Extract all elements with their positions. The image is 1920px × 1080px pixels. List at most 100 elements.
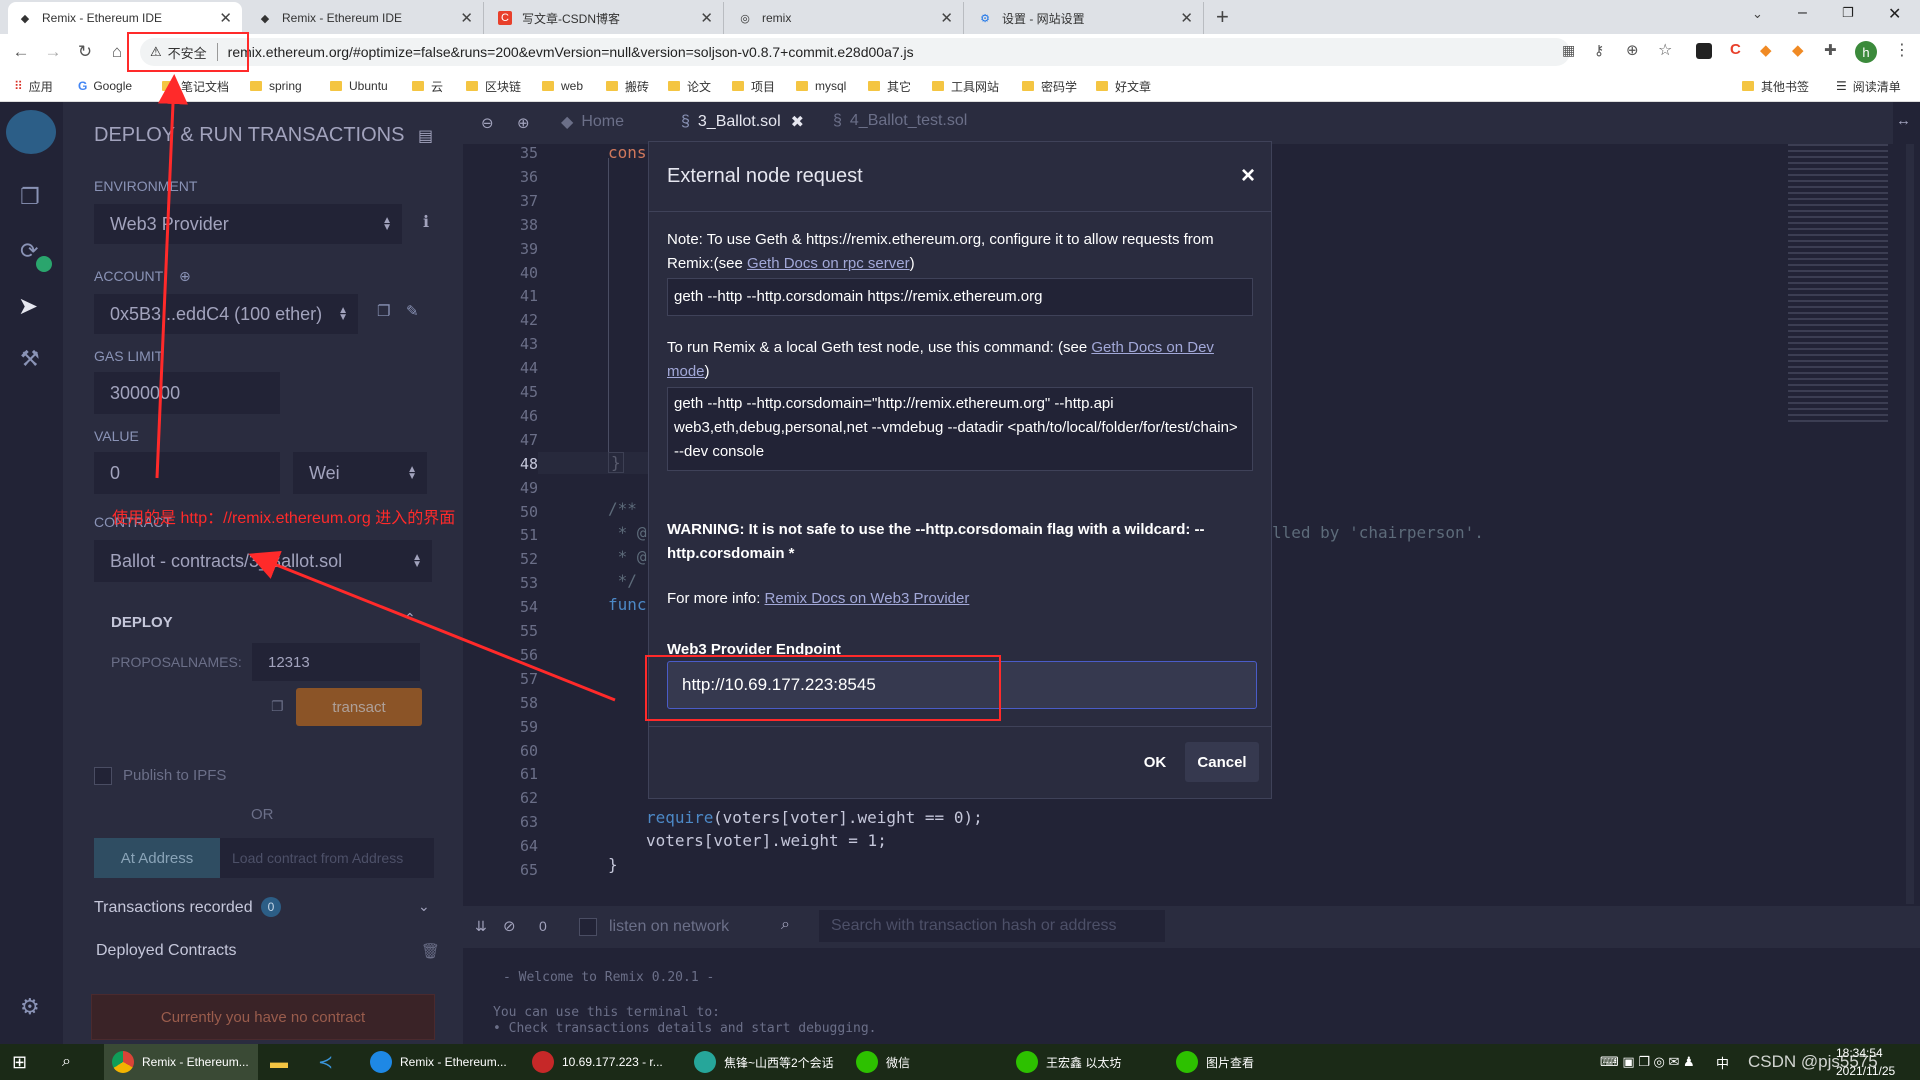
taskbar-item-terminal[interactable]: 10.69.177.223 - r... [528,1044,678,1080]
taskbar-item-wechat[interactable]: 微信 [852,1044,1002,1080]
tab-home[interactable]: ◆ Home [561,112,624,132]
browser-tab-settings[interactable]: ⚙ 设置 - 网站设置 ✕ [968,2,1204,34]
bookmark-folder[interactable]: 项目 [732,77,775,95]
value-unit-select[interactable]: Wei ▲ ▼ [293,452,427,494]
gas-limit-input[interactable]: 3000000 [94,372,280,414]
windows-start-icon[interactable]: ⊞ [12,1044,27,1080]
editor-scrollbar[interactable] [1906,144,1914,904]
browser-tab-remix-1[interactable]: ◆ Remix - Ethereum IDE ✕ [8,2,242,34]
environment-select[interactable]: Web3 Provider ▲ ▼ [94,204,402,244]
file-explorer-taskbar-icon[interactable]: ▬ [270,1044,288,1080]
address-bar[interactable]: ⚠ 不安全 remix.ethereum.org/#optimize=false… [140,38,1570,66]
trash-icon[interactable]: 🗑 [421,942,440,960]
profile-avatar[interactable]: h [1855,41,1877,63]
bookmark-folder[interactable]: 论文 [668,77,711,95]
bookmark-folder[interactable]: Ubuntu [330,77,388,95]
taskbar-item-chrome[interactable]: Remix - Ethereum... [104,1044,258,1080]
csdn-extension-icon[interactable]: C [1730,41,1741,58]
bookmark-folder[interactable]: 工具网站 [932,77,999,95]
modal-close-icon[interactable]: × [1241,162,1255,190]
web3-provider-docs-link[interactable]: Remix Docs on Web3 Provider [765,590,970,607]
ok-button[interactable]: OK [1127,742,1183,782]
proposal-names-input[interactable]: 12313 [252,643,420,681]
copy-calldata-icon[interactable]: ❐ [271,698,284,715]
tab-close-icon[interactable]: ✕ [1180,9,1193,27]
ime-indicator[interactable]: 中 [1716,1044,1729,1080]
new-tab-button[interactable]: + [1216,4,1229,30]
bookmark-folder[interactable]: 笔记文档 [162,77,229,95]
bookmark-folder[interactable]: 区块链 [466,77,521,95]
clear-console-icon[interactable]: ⊘ [503,917,516,935]
geth-rpc-docs-link[interactable]: Geth Docs on rpc server [747,255,910,272]
bookmark-folder[interactable]: 密码学 [1022,77,1077,95]
forward-arrow-icon[interactable]: → [42,41,64,63]
tab-close-icon[interactable]: ✕ [940,9,953,27]
bookmark-folder[interactable]: 其它 [868,77,911,95]
bookmark-google[interactable]: G Google [78,77,132,95]
copy-icon[interactable]: ❐ [377,302,390,320]
bookmark-folder[interactable]: spring [250,77,302,95]
deploy-run-icon[interactable]: ➤ [18,292,38,321]
transact-button[interactable]: transact [296,688,422,726]
file-explorer-icon[interactable]: ❐ [20,184,40,210]
expand-editor-icon[interactable]: ↔ [1896,112,1911,129]
bookmark-folder[interactable]: web [542,77,583,95]
bookmark-folder[interactable]: 搬砖 [606,77,649,95]
expand-chevron-icon[interactable]: ⌄ [418,898,430,915]
contract-select[interactable]: Ballot - contracts/3_Ballot.sol ▲ ▼ [94,540,432,582]
extensions-puzzle-icon[interactable]: ✚ [1824,41,1837,59]
transactions-recorded-label[interactable]: Transactions recorded [94,899,253,917]
metamask-fox-icon-2[interactable]: ◆ [1792,41,1804,59]
taskbar-item-wechat-chat[interactable]: 王宏鑫 以太坊 [1012,1044,1162,1080]
browser-tab-remix-2[interactable]: ◆ Remix - Ethereum IDE ✕ [248,2,484,34]
edit-icon[interactable]: ✎ [406,302,419,320]
minimize-window-icon[interactable]: – [1798,4,1807,22]
tab-search-chevron-icon[interactable]: ⌄ [1752,6,1763,22]
remix-logo-icon[interactable] [6,110,56,154]
value-input[interactable]: 0 [94,452,280,494]
browser-tab-csdn[interactable]: C 写文章-CSDN博客 ✕ [488,2,724,34]
close-window-icon[interactable]: ✕ [1888,4,1901,24]
listen-network-checkbox[interactable] [579,918,597,936]
tray-icons[interactable]: ⌨ ▣ ❐ ◎ ✉ ♟ [1600,1044,1695,1080]
terminal-search-input[interactable]: Search with transaction hash or address [819,910,1165,942]
bookmark-other[interactable]: 其他书签 [1742,77,1809,95]
bookmark-folder[interactable]: 好文章 [1096,77,1151,95]
publish-ipfs-checkbox[interactable] [94,767,112,785]
taskbar-item-ie[interactable]: Remix - Ethereum... [366,1044,516,1080]
bookmark-folder[interactable]: 云 [412,77,443,95]
bookmark-star-icon[interactable]: ☆ [1658,40,1672,60]
collapse-chevron-icon[interactable]: ⌃ [404,610,416,627]
restore-window-icon[interactable]: ❐ [1842,5,1854,21]
vscode-icon[interactable]: ≺ [318,1044,333,1080]
extension-icon[interactable] [1696,43,1712,59]
tab-ballot-test[interactable]: § 4_Ballot_test.sol [833,112,967,130]
geth-corsdomain-command[interactable]: geth --http --http.corsdomain https://re… [667,278,1253,316]
info-icon[interactable]: ℹ [423,212,429,232]
home-icon[interactable]: ⌂ [106,41,128,63]
zoom-in-icon[interactable]: ⊕ [517,114,530,132]
reload-icon[interactable]: ↻ [74,41,96,63]
qr-code-icon[interactable]: ▦ [1562,42,1575,59]
geth-dev-command[interactable]: geth --http --http.corsdomain="http://re… [667,387,1253,471]
taskbar-item-chat[interactable]: 焦锋~山西等2个会话 [690,1044,840,1080]
search-icon[interactable]: ⌕ [62,1044,71,1080]
back-arrow-icon[interactable]: ← [10,41,32,63]
documentation-icon[interactable]: ▤ [418,126,433,146]
reading-list[interactable]: ☰ 阅读清单 [1836,77,1901,95]
metamask-fox-icon[interactable]: ◆ [1760,41,1772,59]
plugin-manager-icon[interactable]: ⚒ [20,346,40,372]
load-contract-input[interactable]: Load contract from Address [220,838,434,878]
tab-ballot[interactable]: § 3_Ballot.sol ✖ [681,112,804,132]
bookmark-folder[interactable]: mysql [796,77,846,95]
browser-tab-remix-search[interactable]: ◎ remix ✕ [728,2,964,34]
account-select[interactable]: 0x5B3...eddC4 (100 ether) ▲ ▼ [94,294,358,334]
key-icon[interactable]: ⚷ [1594,42,1604,59]
cancel-button[interactable]: Cancel [1185,742,1259,782]
zoom-icon[interactable]: ⊕ [1626,41,1639,59]
tab-close-icon[interactable]: ✕ [219,9,232,27]
taskbar-item-image-viewer[interactable]: 图片查看 [1172,1044,1322,1080]
at-address-button[interactable]: At Address [94,838,220,878]
bookmark-apps[interactable]: ⠿ 应用 [14,77,53,95]
settings-gear-icon[interactable]: ⚙ [20,994,40,1020]
